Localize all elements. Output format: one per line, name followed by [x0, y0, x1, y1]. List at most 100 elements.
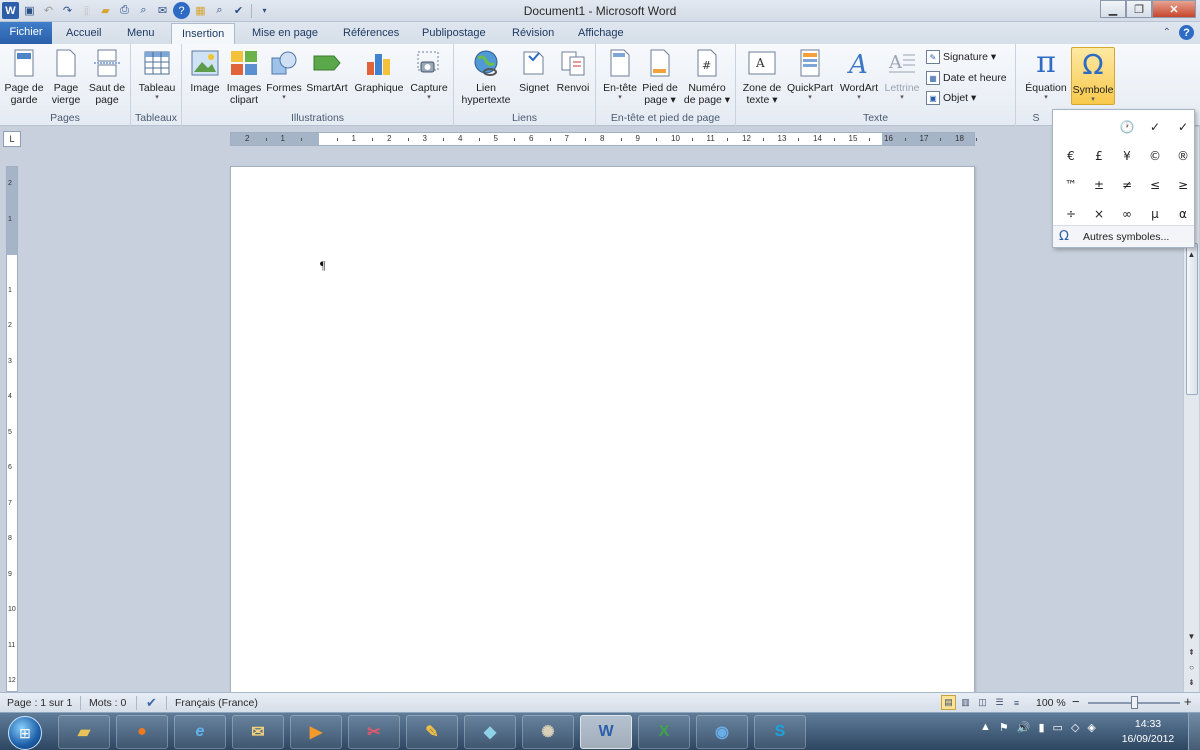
print-layout-icon[interactable]: ▤	[941, 695, 956, 710]
screenshot-button[interactable]: Capture ▾	[408, 48, 450, 102]
excel-icon[interactable]: X	[638, 715, 690, 749]
word-count[interactable]: Mots : 0	[89, 697, 126, 709]
tab-insertion[interactable]: Insertion	[171, 23, 236, 45]
cover-page-button[interactable]: Page de garde	[4, 48, 44, 106]
collapse-ribbon-icon[interactable]: ⌃	[1163, 27, 1171, 38]
page-number-button[interactable]: # Numéro de page ▾	[682, 48, 732, 106]
symbol-cell[interactable]: ±	[1085, 170, 1113, 199]
wordart-button[interactable]: A WordArt ▾	[836, 48, 882, 102]
paint-brush-app-icon[interactable]: ✂	[348, 715, 400, 749]
next-page-icon[interactable]: ⇟	[1184, 675, 1199, 689]
symbol-cell[interactable]: µ	[1141, 199, 1169, 228]
tab-fichier[interactable]: Fichier	[0, 22, 52, 44]
tab-revision[interactable]: Révision	[502, 23, 564, 44]
tab-menu[interactable]: Menu	[117, 23, 165, 44]
footer-button[interactable]: Pied de page ▾	[640, 48, 680, 106]
thunderbird-icon[interactable]: ◉	[696, 715, 748, 749]
symbol-cell[interactable]: ≥	[1169, 170, 1197, 199]
vertical-ruler[interactable]: 2 1 1 2 3 4 5 6 7 8 9 10 11 12	[6, 166, 18, 692]
dropbox-icon[interactable]: ◇	[1071, 721, 1079, 734]
network-icon[interactable]: ▮	[1038, 721, 1044, 734]
browse-object-icon[interactable]: ○	[1184, 660, 1199, 674]
image-button[interactable]: Image	[188, 48, 222, 94]
file-explorer-icon[interactable]: ▰	[58, 715, 110, 749]
symbol-cell[interactable]: ¥	[1113, 141, 1141, 170]
tab-accueil[interactable]: Accueil	[56, 23, 111, 44]
draft-icon[interactable]: ≡	[1009, 695, 1024, 710]
document-page[interactable]: ¶	[230, 166, 975, 696]
signature-button[interactable]: ✎ Signature ▾	[926, 50, 996, 64]
more-symbols-item[interactable]: Ω Autres symboles...	[1053, 225, 1194, 247]
horizontal-ruler[interactable]: 2 1 1 2 3 4 5 6 7 8 9 10 11 12 13 14 15 16 17 18	[230, 132, 977, 146]
text-box-button[interactable]: A Zone de texte ▾	[740, 48, 784, 106]
action-center-flag-icon[interactable]: ⚑	[999, 721, 1009, 734]
show-desktop-button[interactable]	[1188, 713, 1200, 750]
object-button[interactable]: ▣ Objet ▾	[926, 91, 976, 105]
symbol-cell[interactable]: ™	[1057, 170, 1085, 199]
proofing-icon[interactable]: ✔	[146, 695, 157, 711]
maximize-button[interactable]: ❐	[1126, 0, 1152, 18]
gimp-icon[interactable]: ✺	[522, 715, 574, 749]
skype-icon[interactable]: S	[754, 715, 806, 749]
scroll-up-icon[interactable]: ▲	[1184, 247, 1199, 261]
clock[interactable]: 14:33 16/09/2012	[1118, 717, 1178, 747]
web-layout-icon[interactable]: ◫	[975, 695, 990, 710]
blank-page-button[interactable]: Page vierge	[48, 48, 84, 106]
notes-app-icon[interactable]: ◆	[464, 715, 516, 749]
help-icon[interactable]: ?	[1179, 25, 1194, 40]
cross-reference-button[interactable]: Renvoi	[554, 48, 592, 94]
close-button[interactable]: ✕	[1152, 0, 1196, 18]
symbol-cell[interactable]: α	[1169, 199, 1197, 228]
bookmark-button[interactable]: Signet	[516, 48, 552, 94]
scroll-down-icon[interactable]: ▼	[1184, 629, 1199, 643]
symbol-cell[interactable]: ✓	[1141, 112, 1169, 141]
tab-references[interactable]: Références	[333, 23, 409, 44]
hyperlink-button[interactable]: Lien hypertexte	[458, 48, 514, 106]
minimize-button[interactable]: ▁	[1100, 0, 1126, 18]
tray-app-icon[interactable]: ◈	[1087, 721, 1095, 734]
header-button[interactable]: En-tête ▾	[600, 48, 640, 102]
tab-mise-en-page[interactable]: Mise en page	[242, 23, 328, 44]
page-count[interactable]: Page : 1 sur 1	[7, 697, 72, 709]
firefox-icon[interactable]: ●	[116, 715, 168, 749]
equation-button[interactable]: π Équation ▾	[1022, 48, 1070, 102]
internet-explorer-icon[interactable]: e	[174, 715, 226, 749]
outline-icon[interactable]: ☰	[992, 695, 1007, 710]
symbol-cell[interactable]: ÷	[1057, 199, 1085, 228]
tab-publipostage[interactable]: Publipostage	[412, 23, 496, 44]
outlook-icon[interactable]: ✉	[232, 715, 284, 749]
symbol-cell[interactable]: ✓	[1169, 112, 1197, 141]
smartart-button[interactable]: SmartArt	[304, 48, 350, 94]
volume-icon[interactable]: 🔊	[1017, 721, 1031, 734]
paint-app-icon[interactable]: ✎	[406, 715, 458, 749]
symbol-cell[interactable]: €	[1057, 141, 1085, 170]
word-taskbar-icon[interactable]: W	[580, 715, 632, 749]
shapes-button[interactable]: Formes ▾	[266, 48, 302, 102]
chart-button[interactable]: Graphique	[352, 48, 406, 94]
table-button[interactable]: Tableau ▾	[135, 48, 179, 102]
quickpart-button[interactable]: QuickPart ▾	[786, 48, 834, 102]
clipart-button[interactable]: Images clipart	[226, 48, 262, 106]
full-screen-reading-icon[interactable]: ▥	[958, 695, 973, 710]
symbol-button[interactable]: Ω Symbole ▾	[1071, 47, 1115, 105]
scrollbar-thumb[interactable]	[1186, 243, 1198, 395]
zoom-slider-knob[interactable]	[1131, 696, 1138, 709]
previous-page-icon[interactable]: ⇞	[1184, 645, 1199, 659]
start-button[interactable]: ⊞	[8, 716, 42, 750]
symbol-cell[interactable]: £	[1085, 141, 1113, 170]
page-break-button[interactable]: Saut de page	[86, 48, 128, 106]
symbol-cell[interactable]: ×	[1085, 199, 1113, 228]
media-player-icon[interactable]: ▶	[290, 715, 342, 749]
symbol-cell[interactable]: 🕐	[1113, 112, 1141, 141]
dropcap-button[interactable]: A Lettrine ▾	[882, 48, 922, 102]
date-time-button[interactable]: ▦ Date et heure	[926, 71, 1007, 85]
symbol-cell[interactable]: ≠	[1113, 170, 1141, 199]
symbol-cell[interactable]: ∞	[1113, 199, 1141, 228]
symbol-cell[interactable]: ©	[1141, 141, 1169, 170]
zoom-out-button[interactable]: −	[1072, 694, 1080, 709]
show-hidden-icons-icon[interactable]: ▲	[980, 721, 991, 734]
symbol-cell[interactable]: ≤	[1141, 170, 1169, 199]
power-icon[interactable]: ▭	[1053, 721, 1063, 734]
zoom-level[interactable]: 100 %	[1036, 697, 1066, 709]
language-indicator[interactable]: Français (France)	[175, 697, 258, 709]
